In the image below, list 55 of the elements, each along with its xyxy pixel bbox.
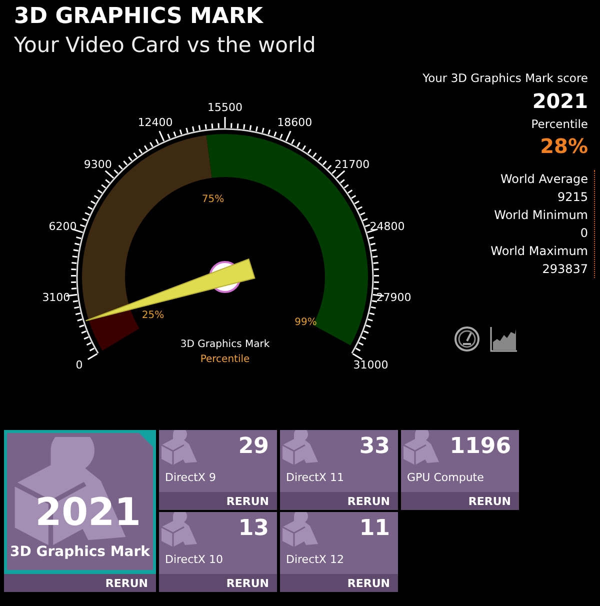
tile-label: DirectX 11: [286, 471, 344, 484]
tile-label: DirectX 10: [165, 553, 223, 566]
scale-label: 0: [76, 358, 83, 372]
rerun-button[interactable]: RERUN: [280, 492, 398, 510]
stat-value: 9215: [557, 189, 588, 206]
percentile-value: 28%: [540, 133, 588, 160]
tile-score: 11: [359, 516, 390, 541]
benchmark-tile[interactable]: 1196 GPU Compute RERUN: [401, 430, 519, 510]
score-heading: Your 3D Graphics Mark score: [422, 70, 588, 86]
tile-score: 2021: [35, 492, 141, 534]
tile-label: DirectX 9: [165, 471, 216, 484]
scale-label: 9300: [84, 158, 112, 172]
stat-value: 0: [580, 225, 588, 242]
scale-label: 3100: [42, 291, 70, 304]
rerun-button[interactable]: RERUN: [401, 492, 519, 510]
benchmark-tile[interactable]: 33 DirectX 11 RERUN: [280, 430, 398, 510]
stat-label: World Maximum: [490, 243, 588, 260]
rerun-button[interactable]: RERUN: [280, 574, 398, 592]
gauge-caption: 3D Graphics Mark: [180, 339, 270, 350]
scale-label: 18600: [277, 116, 312, 129]
tile-label: GPU Compute: [407, 471, 484, 484]
benchmark-tile[interactable]: 13 DirectX 10 RERUN: [159, 512, 277, 592]
percentile-label: Percentile: [531, 116, 588, 132]
score-value: 2021: [532, 88, 588, 115]
rerun-button[interactable]: RERUN: [159, 492, 277, 510]
benchmark-tile[interactable]: 2021 3D Graphics Mark RERUN: [4, 430, 156, 592]
tile-score: 13: [238, 516, 269, 541]
percentile-marker: 25%: [142, 310, 164, 322]
scale-label: 21700: [334, 158, 370, 172]
stat-label: World Minimum: [494, 207, 588, 224]
page-title: 3D GRAPHICS MARK: [13, 4, 264, 30]
percentile-marker: 75%: [202, 194, 224, 205]
scale-label: 6200: [48, 220, 77, 234]
chart-icon[interactable]: [490, 326, 518, 352]
benchmark-tile[interactable]: 29 DirectX 9 RERUN: [159, 430, 277, 510]
percentile-marker: 99%: [294, 317, 317, 328]
rerun-button[interactable]: RERUN: [4, 574, 156, 592]
corner-mark: [139, 433, 153, 447]
tile-label: 3D Graphics Mark: [10, 544, 150, 560]
page-subtitle: Your Video Card vs the world: [13, 32, 317, 59]
stat-label: World Average: [500, 171, 588, 188]
gauge-subcaption: Percentile: [200, 354, 250, 365]
scale-label: 12400: [138, 116, 173, 129]
scale-label: 15500: [208, 101, 242, 114]
stat-value: 293837: [542, 261, 588, 278]
tile-score: 29: [238, 434, 269, 459]
scale-label: 27900: [376, 291, 412, 304]
tile-label: DirectX 12: [286, 553, 344, 566]
tile-score: 33: [359, 434, 390, 459]
scale-label: 24800: [370, 220, 405, 234]
gauge-icon[interactable]: [454, 326, 480, 352]
rerun-button[interactable]: RERUN: [159, 574, 277, 592]
scale-label: 31000: [353, 358, 388, 372]
benchmark-tile[interactable]: 11 DirectX 12 RERUN: [280, 512, 398, 592]
tile-score: 1196: [450, 434, 511, 459]
